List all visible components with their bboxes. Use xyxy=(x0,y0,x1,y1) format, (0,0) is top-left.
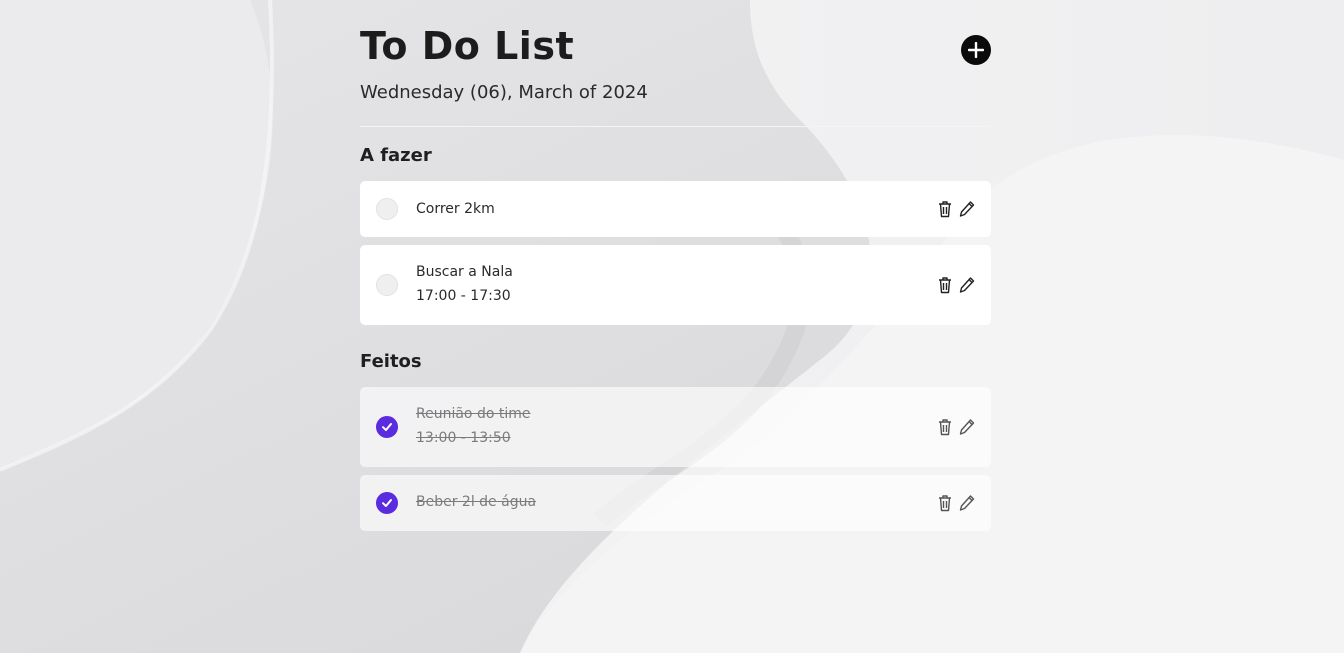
task-item: Buscar a Nala 17:00 - 17:30 xyxy=(360,245,991,325)
trash-icon[interactable] xyxy=(937,418,953,436)
trash-icon[interactable] xyxy=(937,276,953,294)
task-item-done: Beber 2l de água xyxy=(360,475,991,531)
task-name: Beber 2l de água xyxy=(416,494,537,510)
task-actions xyxy=(937,418,975,436)
current-date: Wednesday (06), March of 2024 xyxy=(360,82,648,103)
task-checkbox-checked[interactable] xyxy=(376,492,398,514)
task-checkbox[interactable] xyxy=(376,274,398,296)
task-checkbox[interactable] xyxy=(376,198,398,220)
pencil-icon[interactable] xyxy=(959,200,975,218)
task-checkbox-checked[interactable] xyxy=(376,416,398,438)
trash-icon[interactable] xyxy=(937,200,953,218)
task-actions xyxy=(937,494,975,512)
header-divider xyxy=(360,126,991,127)
checkmark-icon xyxy=(382,499,392,507)
pencil-icon[interactable] xyxy=(959,494,975,512)
background-image xyxy=(0,0,1344,653)
task-actions xyxy=(937,200,975,218)
pencil-icon[interactable] xyxy=(959,418,975,436)
task-text: Reunião do time 13:00 - 13:50 xyxy=(416,402,530,450)
task-name: Correr 2km xyxy=(416,201,495,217)
task-text: Beber 2l de água xyxy=(416,490,536,514)
task-name: Reunião do time xyxy=(416,406,531,422)
task-item-done: Reunião do time 13:00 - 13:50 xyxy=(360,387,991,467)
task-time: 17:00 - 17:30 xyxy=(416,288,511,304)
task-time: 13:00 - 13:50 xyxy=(416,430,511,446)
section-title-done: Feitos xyxy=(360,351,422,372)
page-title: To Do List xyxy=(360,24,575,68)
plus-icon xyxy=(968,42,984,58)
task-item: Correr 2km xyxy=(360,181,991,237)
task-text: Correr 2km xyxy=(416,197,495,221)
checkmark-icon xyxy=(382,423,392,431)
task-actions xyxy=(937,276,975,294)
trash-icon[interactable] xyxy=(937,494,953,512)
pencil-icon[interactable] xyxy=(959,276,975,294)
task-text: Buscar a Nala 17:00 - 17:30 xyxy=(416,260,513,308)
add-task-button[interactable] xyxy=(961,35,991,65)
section-title-todo: A fazer xyxy=(360,145,432,166)
task-name: Buscar a Nala xyxy=(416,264,513,280)
